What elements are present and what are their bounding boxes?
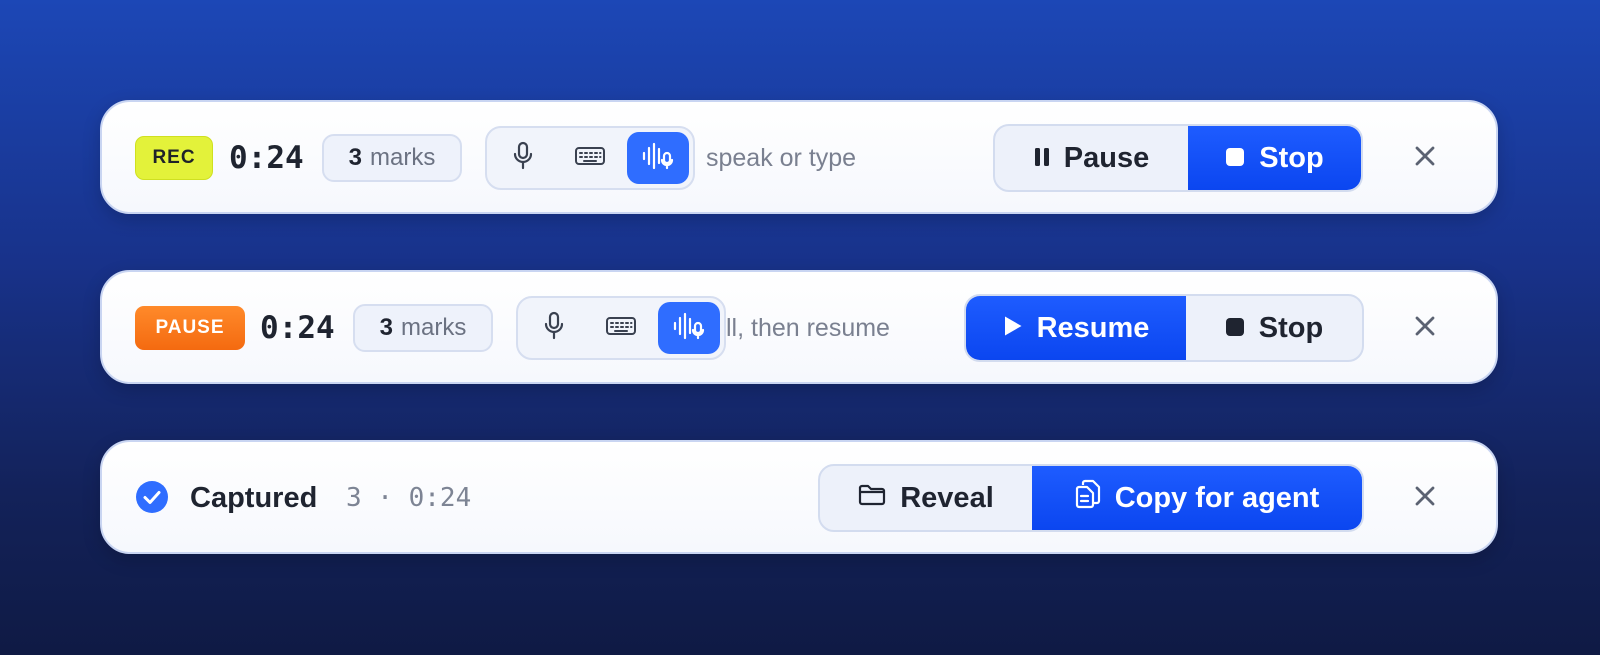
- play-icon: [1003, 312, 1023, 345]
- close-button[interactable]: [1405, 138, 1445, 178]
- marks-label: marks: [370, 144, 436, 171]
- close-icon: [1413, 314, 1437, 343]
- marks-count-badge: 3 marks: [353, 304, 493, 352]
- elapsed-timer: 0:24: [229, 140, 304, 176]
- pause-label: Pause: [1063, 141, 1150, 174]
- voice-waveform-icon: [672, 311, 706, 346]
- stop-icon: [1225, 142, 1245, 175]
- close-icon: [1413, 144, 1437, 173]
- elapsed-timer: 0:24: [260, 310, 335, 346]
- captured-actions: Reveal Copy for agent: [818, 464, 1364, 532]
- captured-status: Captured: [190, 482, 318, 514]
- input-hint: speak or type: [706, 144, 857, 172]
- paused-controls: Resume Stop: [964, 294, 1364, 362]
- microphone-icon: [512, 141, 534, 176]
- rec-badge: REC: [135, 136, 213, 180]
- resume-button[interactable]: Resume: [966, 296, 1186, 360]
- reveal-button[interactable]: Reveal: [820, 466, 1032, 530]
- pause-icon: [1034, 142, 1050, 175]
- input-mode-switcher: [485, 126, 695, 190]
- mic-mode-button[interactable]: [523, 302, 585, 354]
- keyboard-mode-button[interactable]: [590, 302, 652, 354]
- keyboard-icon: [574, 145, 606, 172]
- marks-count-badge: 3 marks: [322, 134, 462, 182]
- capture-summary: 3 · 0:24: [346, 483, 472, 513]
- microphone-icon: [543, 311, 565, 346]
- recording-toolbar: REC 0:24 3 marks speak or type Pause Sto…: [100, 100, 1498, 214]
- resume-label: Resume: [1036, 311, 1150, 344]
- voice-mode-button[interactable]: [658, 302, 720, 354]
- record-controls: Pause Stop: [993, 124, 1363, 192]
- stop-icon: [1225, 312, 1245, 345]
- keyboard-icon: [605, 315, 637, 342]
- close-icon: [1413, 484, 1437, 513]
- stop-button[interactable]: Stop: [1186, 296, 1362, 360]
- stop-label: Stop: [1258, 311, 1324, 344]
- pause-badge: PAUSE: [135, 306, 245, 350]
- mic-mode-button[interactable]: [492, 132, 554, 184]
- marks-label: marks: [401, 314, 467, 341]
- folder-icon: [858, 482, 886, 515]
- close-button[interactable]: [1405, 478, 1445, 518]
- copy-icon: [1075, 479, 1101, 517]
- voice-mode-button[interactable]: [627, 132, 689, 184]
- copy-label: Copy for agent: [1114, 481, 1320, 514]
- voice-waveform-icon: [641, 141, 675, 176]
- check-circle-icon: [135, 480, 169, 514]
- paused-toolbar: PAUSE 0:24 3 marks ll, then resume Resum…: [100, 270, 1498, 384]
- reveal-label: Reveal: [900, 481, 994, 514]
- pause-button[interactable]: Pause: [995, 126, 1188, 190]
- copy-for-agent-button[interactable]: Copy for agent: [1032, 466, 1362, 530]
- close-button[interactable]: [1405, 308, 1445, 348]
- marks-count: 3: [348, 144, 362, 171]
- marks-count: 3: [379, 314, 393, 341]
- keyboard-mode-button[interactable]: [559, 132, 621, 184]
- stop-label: Stop: [1259, 141, 1324, 174]
- input-mode-switcher: [516, 296, 726, 360]
- captured-toolbar: Captured 3 · 0:24 Reveal Copy for agent: [100, 440, 1498, 554]
- stop-button[interactable]: Stop: [1188, 126, 1361, 190]
- input-hint: ll, then resume: [726, 314, 890, 342]
